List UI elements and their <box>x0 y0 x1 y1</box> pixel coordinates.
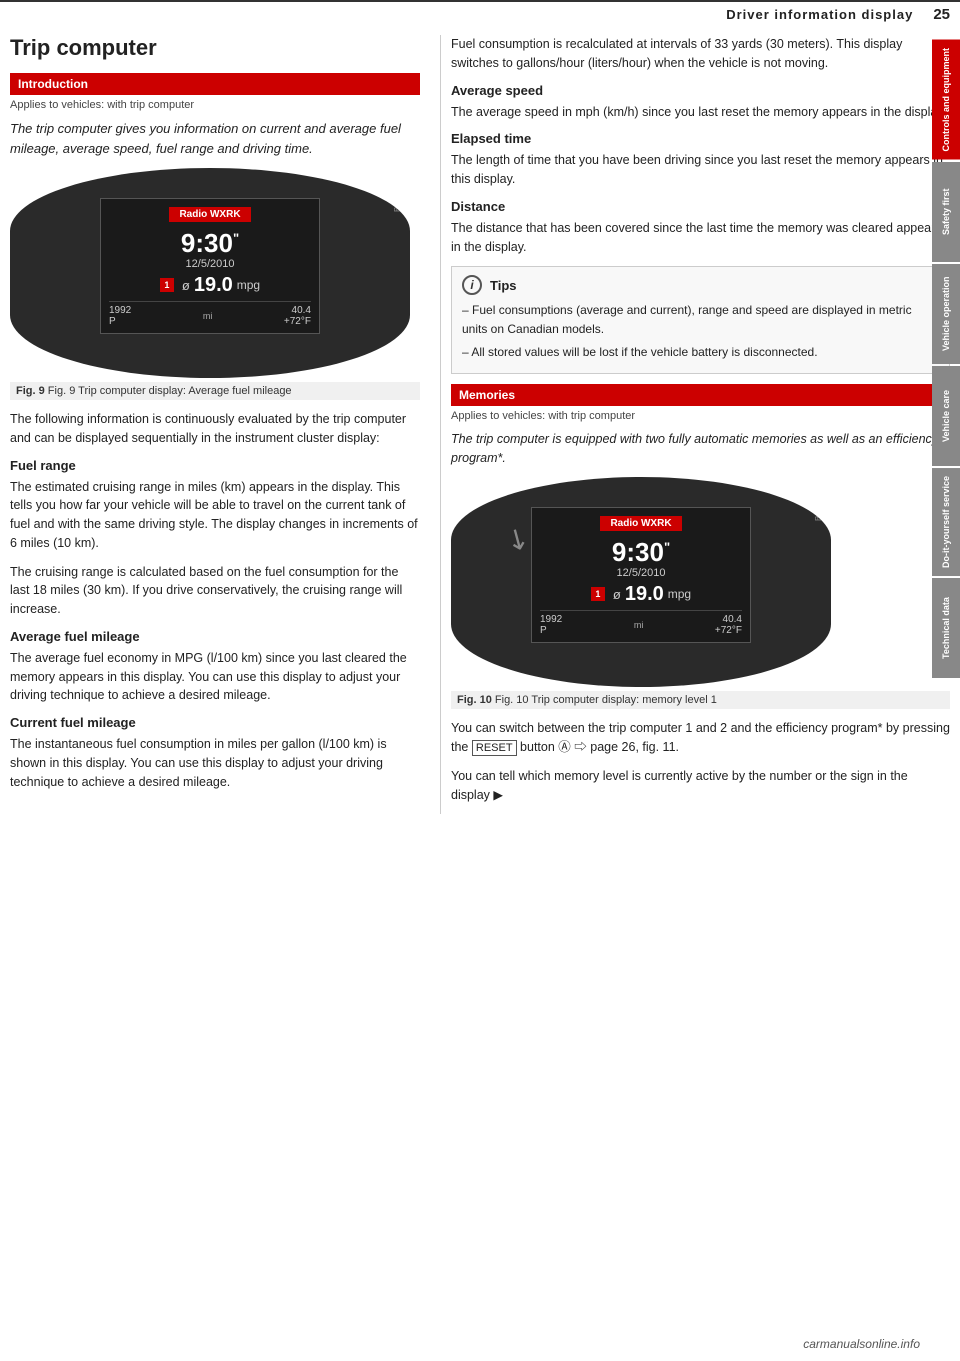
current-fuel-body: The instantaneous fuel consumption in mi… <box>10 735 420 791</box>
left-column: Trip computer Introduction Applies to ve… <box>10 35 440 814</box>
fig2-bottom-right: 40.4 +72°F <box>715 614 742 636</box>
memories-italic: The trip computer is equipped with two f… <box>451 430 950 468</box>
avg-speed-title: Average speed <box>451 83 950 98</box>
footer-watermark: carmanualsonline.info <box>803 1337 920 1351</box>
page-header-title: Driver information display <box>726 7 913 22</box>
fig1-bottom-right: 40.4 +72°F <box>284 305 311 327</box>
memories-body1: You can switch between the trip computer… <box>451 719 950 757</box>
right-column: Fuel consumption is recalculated at inte… <box>440 35 950 814</box>
elapsed-time-body: The length of time that you have been dr… <box>451 151 950 189</box>
current-fuel-title: Current fuel mileage <box>10 715 420 730</box>
fig2-bottom-row: 1992 P mi 40.4 +72°F <box>540 610 742 636</box>
cluster-display-fig1: B8R-0508 Radio WXRK 9:30" 12/5/2010 1 ø … <box>10 168 410 378</box>
tips-list: Fuel consumptions (average and current),… <box>462 301 939 362</box>
fig2-time: 9:30" <box>540 538 742 567</box>
fig2-bottom-left: 1992 P <box>540 614 562 636</box>
sidebar-tab-safety[interactable]: Safety first <box>932 162 960 262</box>
fig1-mi-label: mi <box>203 311 213 321</box>
fig2-caption-bold: Fig. 10 <box>457 694 492 706</box>
cluster-inner-fig1: Radio WXRK 9:30" 12/5/2010 1 ø 19.0 mpg … <box>100 198 320 334</box>
body-text-1: The following information is continuousl… <box>10 410 420 448</box>
fig1-date: 12/5/2010 <box>109 258 311 270</box>
fig1-bottom-row: 1992 P mi 40.4 +72°F <box>109 301 311 327</box>
fig1-caption-bold: Fig. 9 <box>16 385 45 397</box>
page-number: 25 <box>933 6 950 23</box>
fig2-mpg-row: 1 ø 19.0 mpg <box>540 583 742 606</box>
page-header: Driver information display 25 <box>0 0 960 27</box>
sidebar-tabs: Controls and equip­ment Safety first Veh… <box>932 40 960 678</box>
tips-item-2: All stored values will be lost if the ve… <box>462 343 939 362</box>
sidebar-tab-tech[interactable]: Technical data <box>932 578 960 678</box>
memories-body2: You can tell which memory level is curre… <box>451 767 950 805</box>
tips-icon: i <box>462 275 482 295</box>
fig2-date: 12/5/2010 <box>540 567 742 579</box>
fig2-mpg-value: 19.0 <box>625 583 664 606</box>
memories-section-header: Memories <box>451 384 950 406</box>
fuel-range-title: Fuel range <box>10 458 420 473</box>
avg-fuel-body: The average fuel economy in MPG (l/100 k… <box>10 649 420 705</box>
intro-applies-to: Applies to vehicles: with trip computer <box>10 99 420 111</box>
fig1-mpg-unit: mpg <box>237 278 260 292</box>
fig2-mi-label: mi <box>634 620 644 630</box>
main-content: Trip computer Introduction Applies to ve… <box>0 35 960 814</box>
fig1-bbr-code: B8R-0508 <box>393 176 402 212</box>
fig1-caption: Fig. 9 Fig. 9 Trip computer display: Ave… <box>10 382 420 400</box>
sidebar-tab-controls[interactable]: Controls and equip­ment <box>932 40 960 160</box>
avg-speed-body: The average speed in mph (km/h) since yo… <box>451 103 950 122</box>
fig2-bbr-code: B8R-0509 <box>814 485 823 521</box>
cluster-display-fig2: B8R-0509 ↘ Radio WXRK 9:30" 12/5/2010 1 … <box>451 477 831 687</box>
tips-header: i Tips <box>462 275 939 295</box>
distance-body: The distance that has been covered since… <box>451 219 950 257</box>
fuel-range-body1: The estimated cruising range in miles (k… <box>10 478 420 553</box>
fuel-consumption-body: Fuel consumption is recalculated at inte… <box>451 35 950 73</box>
fig1-dial-symbol: ø <box>182 278 190 293</box>
fig2-dial-symbol: ø <box>613 587 621 602</box>
fig2-caption: Fig. 10 Fig. 10 Trip computer display: m… <box>451 691 950 709</box>
fig1-radio-label: Radio WXRK <box>169 207 250 222</box>
fig1-mpg-value: 19.0 <box>194 274 233 297</box>
fig1-mpg-row: 1 ø 19.0 mpg <box>109 274 311 297</box>
reset-button-label: RESET <box>472 740 517 756</box>
cluster-inner-fig2: Radio WXRK 9:30" 12/5/2010 1 ø 19.0 mpg … <box>531 507 751 643</box>
fig1-badge: 1 <box>160 278 174 292</box>
elapsed-time-title: Elapsed time <box>451 131 950 146</box>
memories-applies-to: Applies to vehicles: with trip computer <box>451 410 950 422</box>
tips-item-1: Fuel consumptions (average and current),… <box>462 301 939 339</box>
sidebar-tab-diy[interactable]: Do-it-yourself service <box>932 468 960 576</box>
sidebar-tab-vehicle-op[interactable]: Vehicle operation <box>932 264 960 364</box>
sidebar-tab-vehicle-care[interactable]: Vehicle care <box>932 366 960 466</box>
tips-box: i Tips Fuel consumptions (average and cu… <box>451 266 950 374</box>
fig2-mpg-unit: mpg <box>668 587 691 601</box>
tips-title: Tips <box>490 278 517 293</box>
intro-section-header: Introduction <box>10 73 420 95</box>
fig1-bottom-left: 1992 P <box>109 305 131 327</box>
avg-fuel-title: Average fuel mileage <box>10 629 420 644</box>
fig2-badge: 1 <box>591 587 605 601</box>
distance-title: Distance <box>451 199 950 214</box>
page-title: Trip computer <box>10 35 420 61</box>
fuel-range-body2: The cruising range is calculated based o… <box>10 563 420 619</box>
fig1-time: 9:30" <box>109 229 311 258</box>
intro-italic-text: The trip computer gives you information … <box>10 119 420 158</box>
fig2-radio-label: Radio WXRK <box>600 516 681 531</box>
